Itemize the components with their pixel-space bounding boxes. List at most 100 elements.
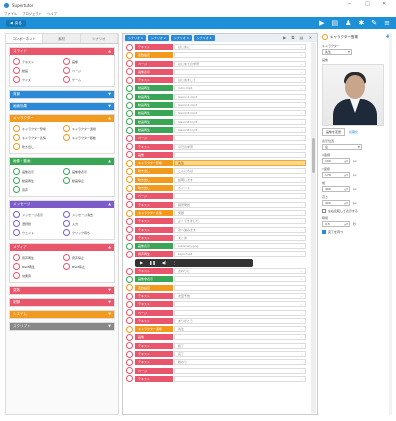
row-value[interactable]: 説明します ⌄ xyxy=(174,176,306,183)
x-input[interactable]: 100 ▲▼ xyxy=(322,158,350,164)
chevron-down-icon[interactable]: ⌄ xyxy=(300,62,303,67)
category-header[interactable]: システム ▼ xyxy=(10,311,114,318)
chevron-down-icon[interactable]: ⌄ xyxy=(300,95,303,100)
category-header[interactable]: スクリプト ▼ xyxy=(10,323,114,330)
scenario-row[interactable]: 吹き出し ポイント ⌄ xyxy=(123,184,309,192)
chevron-down-icon[interactable]: ⌄ xyxy=(300,352,303,357)
scenario-row[interactable]: 画像表示 summary.png ⌄ xyxy=(123,242,309,250)
chevron-down-icon[interactable]: ⌄ xyxy=(300,194,303,199)
component-item[interactable]: 動画 xyxy=(13,67,61,74)
row-value[interactable]: ⌄ xyxy=(174,284,306,291)
menu-help[interactable]: ヘルプ xyxy=(47,11,57,16)
component-item[interactable]: 画像表示 xyxy=(13,168,61,175)
scenario-row[interactable]: 吹き出し 説明します ⌄ xyxy=(123,176,309,184)
component-item[interactable]: 画像非表示 xyxy=(63,168,111,175)
row-value[interactable]: ⌄ xyxy=(174,309,306,316)
scenario-row[interactable]: テキスト まとめ ⌄ xyxy=(123,234,309,242)
row-value[interactable]: はじめに ⌄ xyxy=(174,44,306,50)
row-value[interactable]: 完了 ⌄ xyxy=(174,350,306,357)
component-item[interactable]: キャラクター表情 xyxy=(13,134,61,141)
scenario-tab[interactable]: シナリオ 3 xyxy=(170,35,192,41)
row-value[interactable]: 先生 ⌄ xyxy=(174,326,306,333)
scenario-row[interactable]: テキスト はじめに ⌄ xyxy=(123,43,309,51)
category-header[interactable]: メッセージ ▲ xyxy=(10,201,114,208)
chevron-down-icon[interactable]: ⌄ xyxy=(300,128,303,133)
category-header[interactable]: メディア ▲ xyxy=(10,244,114,251)
chevron-down-icon[interactable]: ⌄ xyxy=(300,169,303,174)
properties-scrollbar[interactable] xyxy=(389,33,392,415)
component-item[interactable]: クリック待ち xyxy=(63,229,111,236)
scenario-row[interactable]: キャラクター表情 笑顔 ⌄ xyxy=(123,209,309,217)
row-value[interactable]: はじめての学習 ⌄ xyxy=(174,60,306,67)
component-item[interactable]: 動画停止 xyxy=(63,177,111,184)
chevron-down-icon[interactable]: ⌄ xyxy=(300,186,303,191)
component-item[interactable]: キャラクター移動 xyxy=(63,134,111,141)
row-value[interactable]: よくできました ⌄ xyxy=(174,218,306,225)
component-item[interactable]: メッセージ表示 xyxy=(13,211,61,218)
chevron-down-icon[interactable]: ⌄ xyxy=(300,319,303,324)
component-item[interactable]: 画像 xyxy=(63,58,111,65)
y-input[interactable]: 178 ▲▼ xyxy=(322,172,350,178)
row-value[interactable]: ⌄ xyxy=(174,276,306,283)
chevron-down-icon[interactable]: ⌄ xyxy=(300,145,303,150)
scenario-row[interactable]: 動画再生 lesson4.mp4 ⌄ xyxy=(123,118,309,126)
menu-project[interactable]: プロジェクト xyxy=(22,11,42,16)
chevron-down-icon[interactable]: ⌄ xyxy=(300,252,303,257)
row-value[interactable]: ⌄ xyxy=(174,301,306,308)
tab-components[interactable]: コンポーネント xyxy=(6,34,44,43)
flip-checkbox[interactable] xyxy=(322,209,326,213)
category-header[interactable]: 画面効果 ▼ xyxy=(10,103,114,110)
audio-player[interactable]: ▶ ❚❚ ◀) ⋮ xyxy=(135,258,253,267)
category-header[interactable]: 変数 ▼ xyxy=(10,287,114,294)
component-item[interactable]: BGM停止 xyxy=(63,263,111,270)
chevron-down-icon[interactable]: ⌄ xyxy=(300,153,303,158)
category-header[interactable]: スライド ▲ xyxy=(10,48,114,55)
row-value[interactable]: lesson3.mp4 ⌄ xyxy=(174,110,306,117)
scenario-tab[interactable]: シナリオ 2 xyxy=(147,35,169,41)
time-input[interactable]: 0.5 ▲▼ xyxy=(322,221,350,227)
chevron-down-icon[interactable]: ⌄ xyxy=(300,377,303,382)
tools-icon[interactable]: ✎ xyxy=(371,19,377,27)
chevron-down-icon[interactable]: ⌄ xyxy=(300,136,303,141)
tab-materials[interactable]: 素材 xyxy=(43,34,81,43)
row-value[interactable]: intro.mp4 ⌄ xyxy=(174,85,306,92)
maximize-icon[interactable]: □ xyxy=(365,1,370,7)
row-value[interactable]: ありがとう ⌄ xyxy=(174,317,306,324)
component-item[interactable]: 入力 xyxy=(63,220,111,227)
scenario-row[interactable]: 動画再生 intro.mp4 ⌄ xyxy=(123,84,309,93)
component-item[interactable]: テキスト xyxy=(13,58,61,65)
row-value[interactable]: lesson2.mp4 ⌄ xyxy=(174,102,306,109)
chevron-down-icon[interactable]: ⌄ xyxy=(300,120,303,125)
scenario-row[interactable]: 画像非表示 ⌄ xyxy=(123,275,309,283)
chevron-down-icon[interactable]: ⌄ xyxy=(300,203,303,208)
chevron-down-icon[interactable]: ⌄ xyxy=(300,344,303,349)
row-value[interactable]: 今日の学習 ⌄ xyxy=(174,143,306,150)
chevron-down-icon[interactable]: ⌄ xyxy=(300,161,303,166)
more-icon[interactable]: ⋮ xyxy=(172,260,176,265)
chevron-down-icon[interactable]: ⌄ xyxy=(300,335,303,340)
pause-icon[interactable]: ❚❚ xyxy=(149,260,156,265)
row-value[interactable]: はじめまして ⌄ xyxy=(174,77,306,84)
scenario-row[interactable]: テキスト 今日の学習 ⌄ xyxy=(123,143,309,151)
row-value[interactable]: ⌄ xyxy=(174,375,306,382)
row-value[interactable]: 次回予告 ⌄ xyxy=(174,292,306,299)
row-value[interactable]: こんにちは ⌄ xyxy=(174,168,306,175)
scenario-row[interactable]: ページ ⌄ xyxy=(123,367,309,375)
chevron-down-icon[interactable]: ⌄ xyxy=(300,78,303,83)
scenario-row[interactable]: テキスト 次回予告 ⌄ xyxy=(123,292,309,300)
row-value[interactable]: ポイント ⌄ xyxy=(174,185,306,192)
scenario-row[interactable]: キャラクター登場 先生 ⌄ xyxy=(123,159,309,167)
back-button[interactable]: ◀ 戻る xyxy=(6,19,26,27)
save-icon[interactable]: ▤ xyxy=(331,19,338,27)
chevron-down-icon[interactable]: ⌄ xyxy=(300,70,303,75)
component-item[interactable]: 音声停止 xyxy=(63,254,111,261)
scenario-row[interactable]: 動画再生 lesson2.mp4 ⌄ xyxy=(123,101,309,109)
component-item[interactable]: ページ xyxy=(63,67,111,74)
scenario-row[interactable]: 動画再生 lesson1.mp4 ⌄ xyxy=(123,93,309,101)
scenario-row[interactable]: 吹き出し こんにちは ⌄ xyxy=(123,167,309,176)
chevron-down-icon[interactable]: ⌄ xyxy=(300,178,303,183)
chevron-down-icon[interactable]: ⌄ xyxy=(300,302,303,307)
scenario-row[interactable]: テキスト はじめまして ⌄ xyxy=(123,76,309,84)
character-select[interactable]: 先生 ▼ xyxy=(322,49,352,55)
play-icon[interactable]: ▶ xyxy=(319,19,324,27)
